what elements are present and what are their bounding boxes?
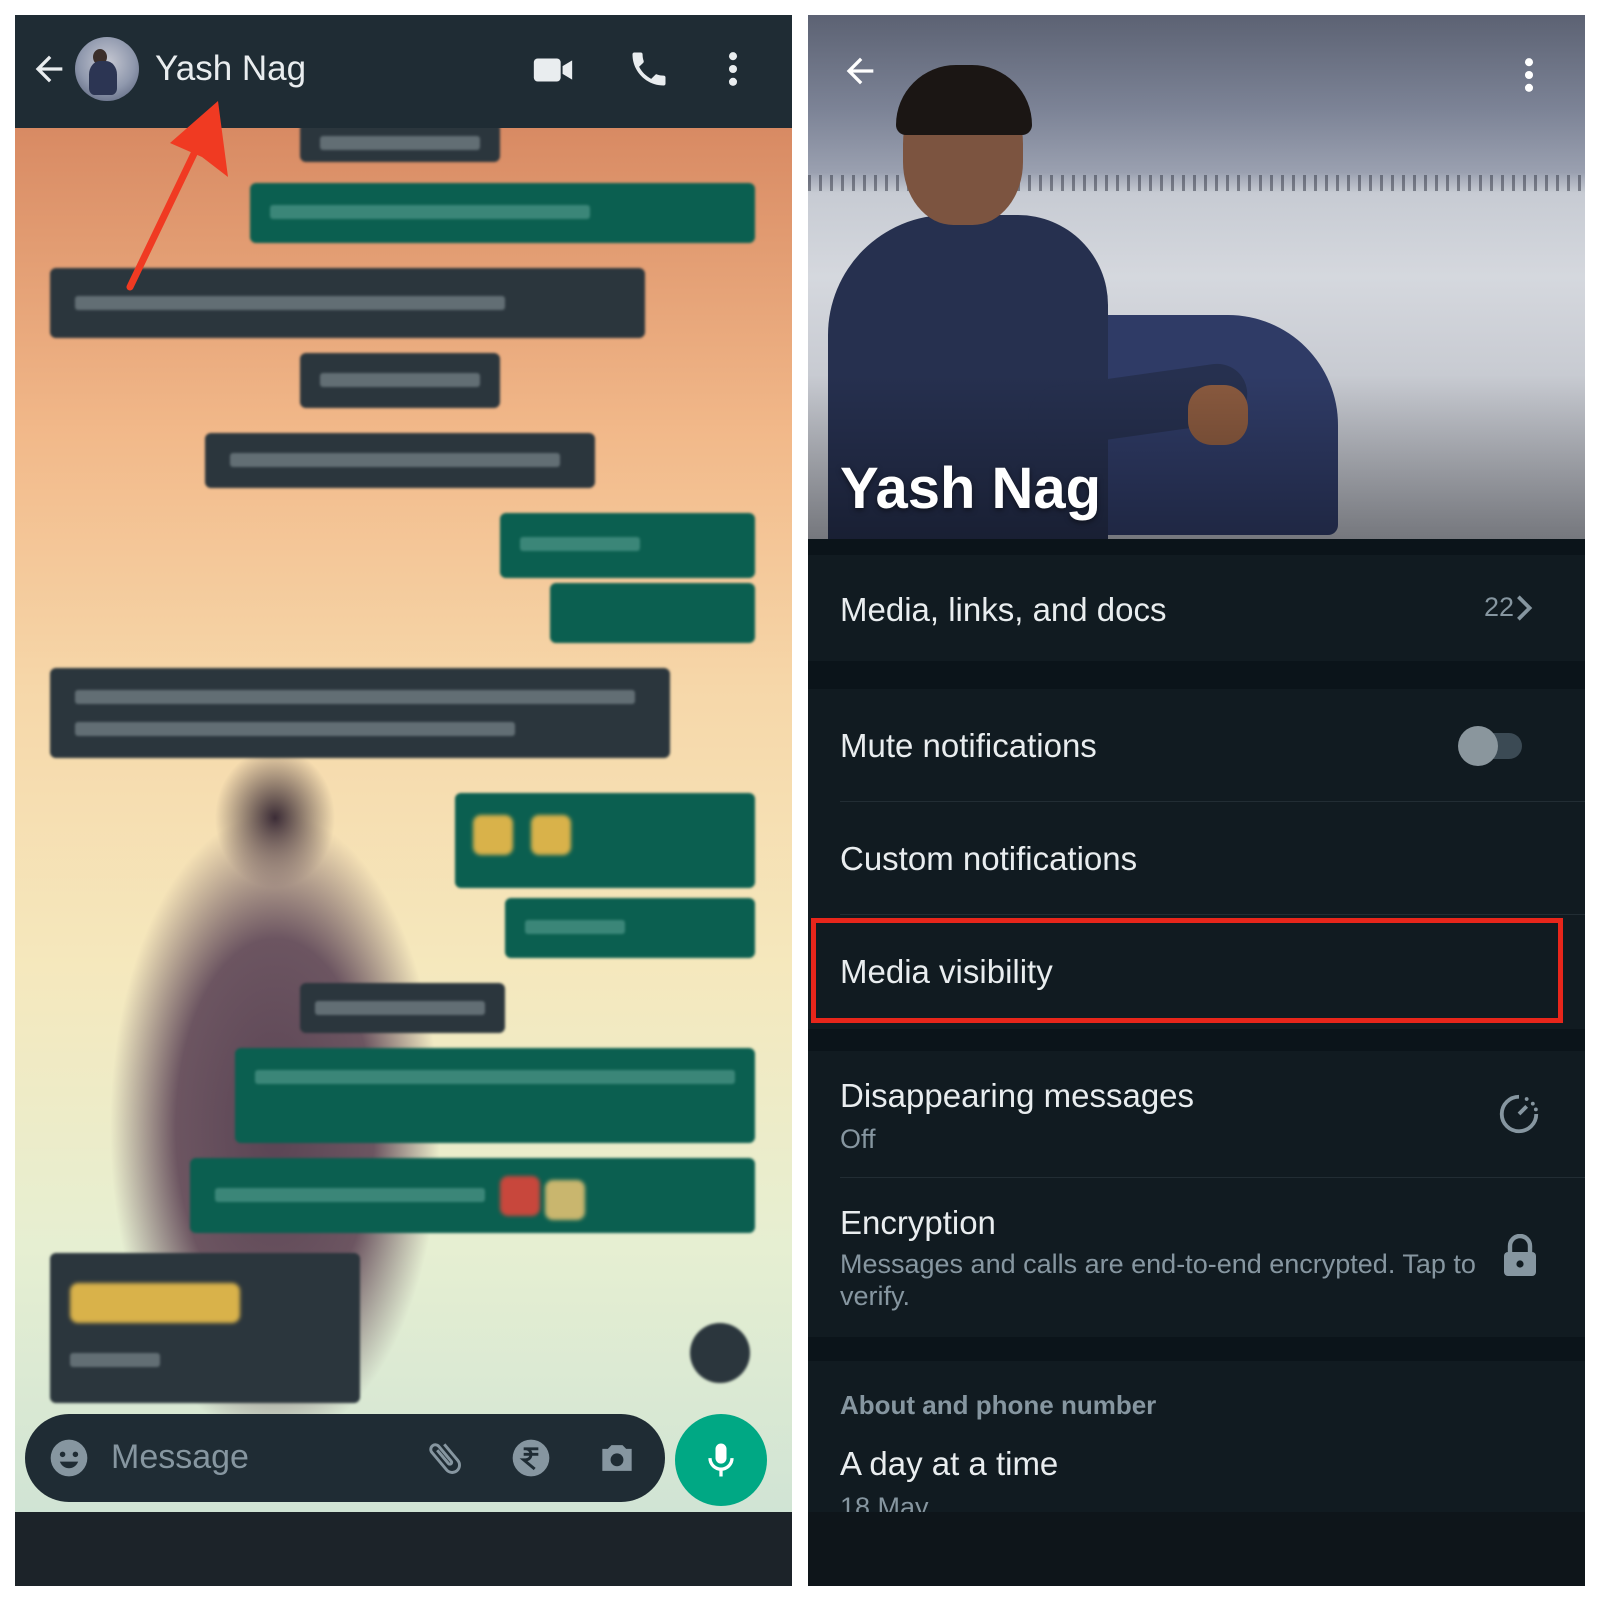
message-bubble-incoming[interactable]: [300, 983, 505, 1033]
message-bubble-incoming[interactable]: [300, 353, 500, 408]
about-date: 18 May: [840, 1492, 929, 1512]
annotation-highlight-box: [811, 918, 1563, 1023]
system-navigation-bar: [808, 1512, 1585, 1586]
emoji-image: [500, 1176, 540, 1216]
message-bubble-incoming[interactable]: [205, 433, 595, 488]
about-row[interactable]: A day at a time 18 May: [808, 1435, 1585, 1512]
mute-notifications-label: Mute notifications: [840, 727, 1097, 764]
mic-button[interactable]: [675, 1414, 767, 1506]
message-bubble-outgoing[interactable]: [500, 513, 755, 578]
message-bubble-outgoing[interactable]: [190, 1158, 755, 1233]
message-bubble-outgoing[interactable]: [250, 183, 755, 243]
scroll-down-button[interactable]: [690, 1323, 750, 1383]
emoji-image: [473, 815, 513, 855]
emoji-image: [531, 815, 571, 855]
media-count: 22: [1484, 592, 1515, 622]
custom-notifications-label: Custom notifications: [840, 840, 1138, 877]
back-arrow-icon[interactable]: [840, 51, 880, 96]
message-bubble-outgoing[interactable]: [455, 793, 755, 888]
message-bubble-incoming[interactable]: [50, 668, 670, 758]
camera-icon[interactable]: [595, 1436, 639, 1485]
more-vert-icon[interactable]: [715, 47, 751, 96]
system-navigation-bar: [15, 1512, 792, 1586]
media-links-docs-row[interactable]: Media, links, and docs 22: [808, 555, 1585, 661]
disappearing-messages-row[interactable]: Disappearing messages Off: [808, 1051, 1585, 1177]
message-input[interactable]: Message: [111, 1438, 249, 1477]
encryption-label: Encryption: [840, 1204, 996, 1241]
message-bubble-outgoing[interactable]: [505, 898, 755, 958]
message-bubble-outgoing[interactable]: [550, 583, 755, 643]
message-bubble-incoming[interactable]: [300, 128, 500, 162]
disappearing-messages-label: Disappearing messages: [840, 1077, 1195, 1114]
chat-screen: Yash Nag Message: [15, 15, 792, 1586]
encryption-row[interactable]: Encryption Messages and calls are end-to…: [808, 1178, 1585, 1337]
attach-icon[interactable]: [423, 1436, 467, 1485]
emoji-image: [545, 1180, 585, 1220]
about-text: A day at a time: [840, 1445, 1059, 1482]
mute-toggle-knob[interactable]: [1458, 726, 1498, 766]
chat-wallpaper: [15, 128, 792, 1528]
disappearing-messages-value: Off: [840, 1124, 876, 1154]
message-bubble-incoming[interactable]: [50, 1253, 360, 1403]
profile-name: Yash Nag: [840, 456, 1102, 521]
timer-icon: [1496, 1091, 1542, 1142]
chevron-right-icon: [1514, 593, 1534, 628]
lock-icon: [1500, 1233, 1540, 1283]
encryption-description: Messages and calls are end-to-end encryp…: [840, 1249, 1476, 1311]
message-input-bar[interactable]: Message: [25, 1414, 665, 1502]
contact-name[interactable]: Yash Nag: [155, 49, 306, 89]
media-links-docs-label: Media, links, and docs: [840, 591, 1167, 628]
more-vert-icon[interactable]: [1511, 53, 1547, 102]
video-call-icon[interactable]: [530, 47, 576, 98]
mic-icon: [699, 1436, 743, 1489]
contact-info-screen: Yash Nag Media, links, and docs 22 Mute …: [808, 15, 1585, 1586]
custom-notifications-row[interactable]: Custom notifications: [808, 802, 1585, 914]
annotation-arrow-icon: [126, 101, 228, 291]
profile-photo[interactable]: Yash Nag: [808, 15, 1585, 539]
contact-avatar[interactable]: [75, 37, 139, 101]
about-section-title: About and phone number: [840, 1390, 1157, 1420]
rupee-icon[interactable]: [509, 1436, 553, 1485]
message-bubble-outgoing[interactable]: [235, 1048, 755, 1143]
emoji-icon[interactable]: [47, 1436, 91, 1485]
back-arrow-icon[interactable]: [29, 49, 69, 89]
phone-icon[interactable]: [627, 47, 671, 96]
emoji-image: [70, 1283, 240, 1323]
